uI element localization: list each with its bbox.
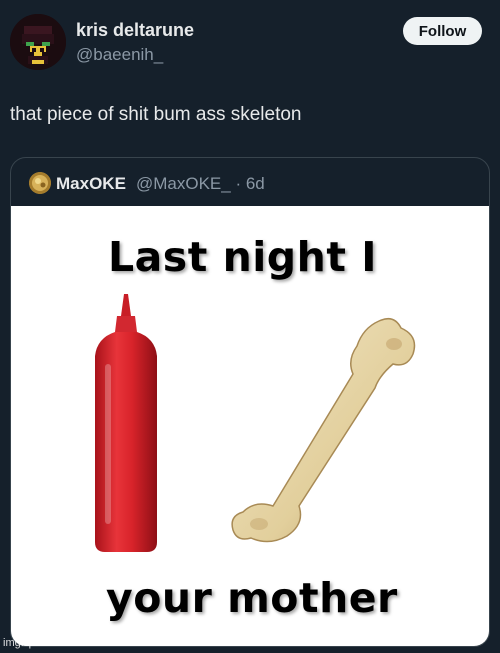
tweet-text: that piece of shit bum ass skeleton	[10, 104, 302, 125]
kris-pixel-avatar-icon	[10, 14, 66, 70]
ketchup-bottle-icon	[95, 294, 157, 552]
bone-icon	[231, 317, 416, 543]
follow-button[interactable]: Follow	[403, 17, 482, 45]
quoted-tweet-image[interactable]: Last night I your mother	[11, 206, 489, 646]
gold-coin-avatar-icon	[29, 172, 51, 194]
meme-top-text: Last night I	[108, 233, 377, 281]
quoted-handle-and-time: @MaxOKE_ · 6d	[136, 174, 265, 193]
meme-bottom-text: your mother	[106, 574, 398, 622]
quoted-display-name[interactable]: MaxOKE	[56, 174, 126, 194]
author-display-name[interactable]: kris deltarune	[76, 20, 194, 41]
quoted-author-avatar[interactable]	[29, 172, 51, 194]
imgflip-watermark: imgflip.com	[3, 637, 59, 649]
author-avatar[interactable]	[10, 14, 66, 70]
author-handle[interactable]: @baeenih_	[76, 45, 163, 65]
quoted-tweet-card[interactable]: MaxOKE @MaxOKE_ · 6d Last night I your m…	[10, 157, 490, 647]
